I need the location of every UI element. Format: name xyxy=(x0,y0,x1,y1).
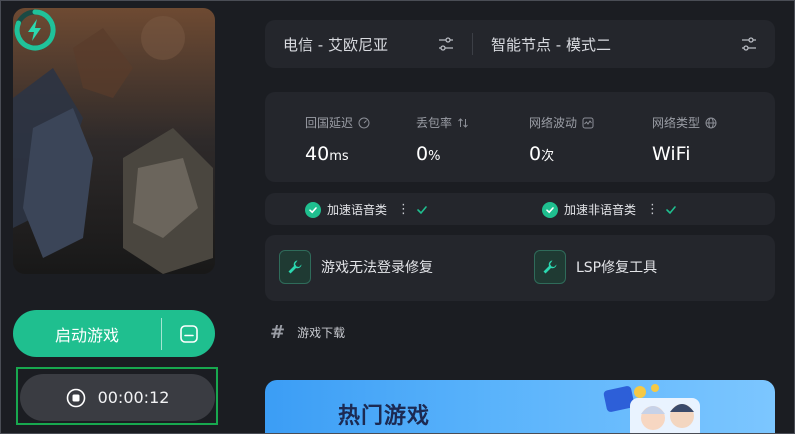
route-selector: 电信 - 艾欧尼亚 智能节点 - 模式二 xyxy=(265,20,775,68)
check-icon xyxy=(666,205,676,214)
stat-unit: ms xyxy=(329,149,349,164)
region-label: 电信 - 艾欧尼亚 xyxy=(283,35,388,54)
toggle-non-voice-acceleration[interactable]: 加速非语音类 ⋮ xyxy=(542,201,677,218)
check-icon[interactable] xyxy=(305,201,321,218)
hot-games-banner[interactable]: 热门游戏 xyxy=(265,380,775,434)
settings-sliders-icon[interactable] xyxy=(741,36,757,52)
stat-label: 网络类型 xyxy=(652,116,701,130)
gauge-icon xyxy=(358,117,370,128)
wrench-icon xyxy=(534,250,566,284)
stat-value: 40 xyxy=(305,143,330,165)
section-title: 游戏下载 xyxy=(297,326,346,340)
stat-jitter: 网络波动 0次 xyxy=(529,114,594,165)
banner-title: 热门游戏 xyxy=(338,404,431,429)
stat-value: 0 xyxy=(416,143,429,165)
hash-icon: # xyxy=(270,322,286,343)
stat-label: 网络波动 xyxy=(529,116,578,130)
node-selector[interactable]: 智能节点 - 模式二 xyxy=(473,20,775,68)
toggle-voice-acceleration[interactable]: 加速语音类 ⋮ xyxy=(305,201,428,218)
acceleration-toggles: 加速语音类 ⋮ 加速非语音类 ⋮ xyxy=(265,193,775,225)
stop-icon xyxy=(66,388,85,407)
stat-packet-loss: 丢包率 0% xyxy=(416,114,469,165)
boost-icon xyxy=(14,9,56,51)
stat-network-type: 网络类型 WiFi xyxy=(652,114,717,165)
stat-value: WiFi xyxy=(652,143,691,165)
check-icon xyxy=(417,205,427,214)
check-icon[interactable] xyxy=(542,201,558,218)
folder-icon[interactable] xyxy=(162,324,215,344)
globe-icon xyxy=(705,117,717,128)
wave-chart-icon xyxy=(582,117,594,128)
stat-value: 0 xyxy=(529,143,542,165)
stat-unit: % xyxy=(428,149,441,164)
stop-timer-button[interactable]: 00:00:12 xyxy=(20,374,215,421)
tool-login-repair[interactable]: 游戏无法登录修复 xyxy=(279,250,433,284)
stat-unit: 次 xyxy=(541,149,555,164)
tool-lsp-repair[interactable]: LSP修复工具 xyxy=(534,250,657,284)
stat-label: 丢包率 xyxy=(416,116,453,130)
up-down-arrows-icon xyxy=(458,117,468,128)
tool-label: LSP修复工具 xyxy=(576,260,658,276)
downloads-heading: # 游戏下载 xyxy=(270,322,345,343)
start-game-button[interactable]: 启动游戏 xyxy=(13,310,215,357)
region-selector[interactable]: 电信 - 艾欧尼亚 xyxy=(265,20,472,68)
toggle-label: 加速非语音类 xyxy=(564,203,637,217)
wrench-icon xyxy=(279,250,311,284)
stat-label: 回国延迟 xyxy=(305,116,354,130)
more-options-icon[interactable]: ⋮ xyxy=(397,202,410,217)
more-options-icon[interactable]: ⋮ xyxy=(646,202,659,217)
start-game-label: 启动游戏 xyxy=(54,325,119,345)
elapsed-time: 00:00:12 xyxy=(97,388,170,407)
node-label: 智能节点 - 模式二 xyxy=(491,35,611,54)
settings-sliders-icon[interactable] xyxy=(438,36,454,52)
game-cover xyxy=(13,8,215,274)
stat-latency: 回国延迟 40ms xyxy=(305,114,370,165)
banner-illustration xyxy=(603,384,700,434)
repair-tools: 游戏无法登录修复 LSP修复工具 xyxy=(265,235,775,301)
tool-label: 游戏无法登录修复 xyxy=(321,260,433,276)
toggle-label: 加速语音类 xyxy=(327,203,388,217)
network-stats: 回国延迟 40ms 丢包率 0% 网络波动 0次 网络类型 WiFi xyxy=(265,92,775,182)
